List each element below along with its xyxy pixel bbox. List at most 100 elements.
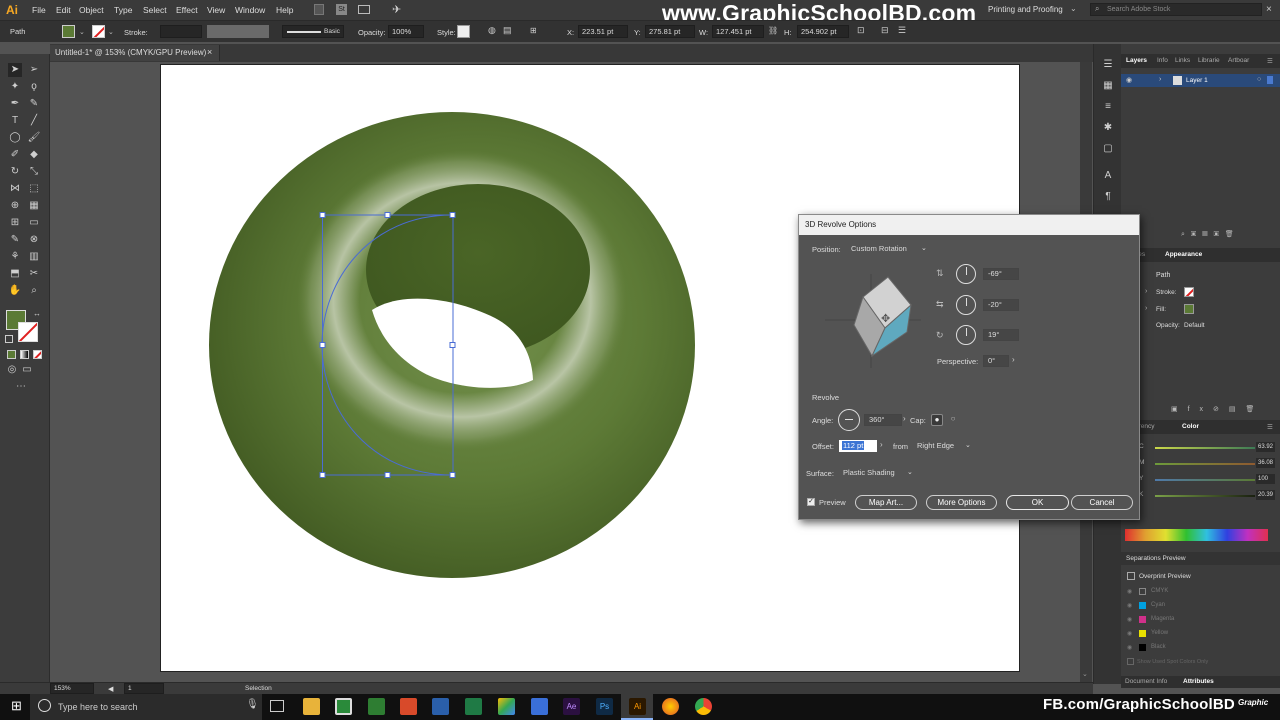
tab-info[interactable]: Info (1157, 57, 1168, 64)
task-view-icon[interactable] (270, 700, 284, 712)
appearance-panel-tabs: ...ches Appearance (1121, 248, 1280, 262)
bbox-handle-br (449, 472, 456, 478)
layer-row[interactable]: ◉ › Layer 1 ○ (1121, 74, 1280, 87)
rotation-cube[interactable]: ✥ (823, 270, 923, 370)
expand-arrow-icon[interactable]: › (1159, 76, 1161, 83)
spot-colors-checkbox[interactable] (1127, 658, 1134, 665)
target-icon[interactable]: ○ (1257, 76, 1261, 83)
tab-libraries[interactable]: Librarie (1198, 57, 1220, 64)
fill-expand-icon[interactable]: › (1145, 305, 1147, 312)
excel-icon[interactable] (465, 698, 482, 715)
z-rotation-dial[interactable] (956, 325, 976, 345)
channel-m-slider[interactable] (1155, 463, 1255, 465)
artboard-number-field[interactable]: 1 (124, 683, 164, 694)
from-select[interactable]: Right Edge ⌄ (912, 440, 974, 452)
offset-arrow-icon[interactable]: › (880, 440, 883, 449)
channel-c-slider[interactable] (1155, 447, 1255, 449)
graphic-styles-icon[interactable]: ▢ (1101, 142, 1115, 156)
stroke-expand-icon[interactable]: › (1145, 288, 1147, 295)
tab-color[interactable]: Color (1182, 423, 1199, 430)
ok-button[interactable]: OK (1006, 495, 1069, 510)
surface-select[interactable]: Plastic Shading ⌄ (838, 467, 918, 479)
x-rotation-dial[interactable] (956, 264, 976, 284)
character-icon[interactable]: A (1101, 169, 1115, 183)
layers-footer-buttons[interactable]: ⌕▣▤▣🗑 (1181, 230, 1240, 239)
bottom-panel-tabs: Document Info Attributes (1121, 676, 1280, 688)
channel-k-value[interactable]: 20.39 (1256, 490, 1275, 500)
app-icon-red[interactable] (400, 698, 417, 715)
channel-y-slider[interactable] (1155, 479, 1255, 481)
panel-menu-icon[interactable]: ☰ (1267, 57, 1273, 65)
zoom-field[interactable]: 153% (50, 683, 94, 694)
chrome-icon[interactable] (695, 698, 712, 715)
camtasia-icon[interactable] (335, 698, 352, 715)
libraries-icon[interactable]: ▦ (1101, 79, 1115, 93)
perspective-arrow-icon[interactable]: › (1012, 355, 1015, 364)
x-rotation-field[interactable]: -69° (983, 268, 1019, 280)
y-rotation-dial[interactable] (956, 295, 976, 315)
z-rotation-field[interactable]: 19° (983, 329, 1019, 341)
preview-checkbox[interactable]: ✓ (807, 498, 815, 506)
ink-row-magenta[interactable]: ◉ Magenta (1121, 614, 1280, 627)
google-drive-icon[interactable] (498, 698, 515, 715)
ink-row-black[interactable]: ◉ Black (1121, 642, 1280, 655)
eye-icon[interactable]: ◉ (1126, 76, 1132, 84)
map-art-button[interactable]: Map Art... (855, 495, 917, 510)
appearance-stroke-swatch[interactable] (1184, 287, 1194, 297)
more-options-button[interactable]: More Options (926, 495, 997, 510)
windows-start-icon[interactable]: ⊞ (11, 699, 25, 713)
overprint-checkbox[interactable] (1127, 572, 1135, 580)
perspective-field[interactable]: 0° (983, 355, 1009, 367)
after-effects-icon[interactable]: Ae (563, 698, 580, 715)
channel-y-value[interactable]: 100 (1256, 474, 1275, 484)
word-icon[interactable] (432, 698, 449, 715)
file-explorer-icon[interactable] (303, 698, 320, 715)
properties-icon[interactable]: ☰ (1101, 58, 1115, 72)
artboard-nav-prev-icon[interactable]: ◀ (108, 685, 113, 693)
appearance-opacity-value[interactable]: Default (1184, 322, 1205, 329)
symbols-icon[interactable]: ✱ (1101, 121, 1115, 135)
illustrator-icon[interactable]: Ai (629, 698, 646, 715)
cap-on-icon[interactable]: ● (931, 414, 943, 426)
taskbar-search-box[interactable]: Type here to search 🎙 (30, 694, 262, 720)
color-panel-menu-icon[interactable]: ☰ (1267, 423, 1273, 431)
tab-appearance[interactable]: Appearance (1165, 251, 1202, 258)
document-icon[interactable] (531, 698, 548, 715)
appearance-stroke-label: Stroke: (1156, 289, 1177, 296)
angle-arrow-icon[interactable]: › (903, 414, 906, 423)
bbox-handle-tr (449, 212, 456, 218)
appearance-footer-buttons[interactable]: ▣fx⊘▤🗑 (1171, 405, 1264, 413)
3d-revolve-dialog: 3D Revolve Options Position: Custom Rota… (798, 214, 1140, 520)
camtasia-recorder-icon[interactable] (368, 698, 385, 715)
channel-c-value[interactable]: 63.92 (1256, 442, 1275, 452)
angle-dial[interactable] (838, 409, 860, 431)
tab-layers[interactable]: Layers (1126, 57, 1147, 64)
ink-row-yellow[interactable]: ◉ Yellow (1121, 628, 1280, 641)
y-rotation-field[interactable]: -20° (983, 299, 1019, 311)
tab-attributes[interactable]: Attributes (1183, 678, 1214, 685)
firefox-icon[interactable] (662, 698, 679, 715)
color-spectrum[interactable] (1125, 529, 1268, 541)
layer-color-indicator (1267, 76, 1273, 84)
tab-artboards[interactable]: Artboar (1228, 57, 1249, 64)
cancel-button[interactable]: Cancel (1071, 495, 1133, 510)
tab-links[interactable]: Links (1175, 57, 1190, 64)
brushes-icon[interactable]: ≡ (1101, 100, 1115, 114)
offset-field[interactable]: 112 pt (839, 440, 877, 452)
appearance-fill-swatch[interactable] (1184, 304, 1194, 314)
bbox-handle-mr (449, 342, 456, 348)
tab-document-info[interactable]: Document Info (1125, 678, 1167, 685)
channel-m-value[interactable]: 36.08 (1256, 458, 1275, 468)
cap-off-icon[interactable]: ○ (947, 414, 959, 426)
ink-row-cmyk[interactable]: ◉ CMYK (1121, 586, 1280, 599)
channel-k-slider[interactable] (1155, 495, 1255, 497)
spot-colors-label: Show Used Spot Colors Only (1137, 659, 1209, 665)
paragraph-icon[interactable]: ¶ (1101, 190, 1115, 204)
microphone-icon[interactable]: 🎙 (246, 699, 259, 710)
overprint-label: Overprint Preview (1139, 573, 1191, 580)
svg-text:✥: ✥ (881, 312, 890, 325)
position-select[interactable]: Custom Rotation ⌄ (846, 242, 932, 255)
ink-row-cyan[interactable]: ◉ Cyan (1121, 600, 1280, 613)
angle-field[interactable]: 360° (864, 414, 902, 426)
photoshop-icon[interactable]: Ps (596, 698, 613, 715)
